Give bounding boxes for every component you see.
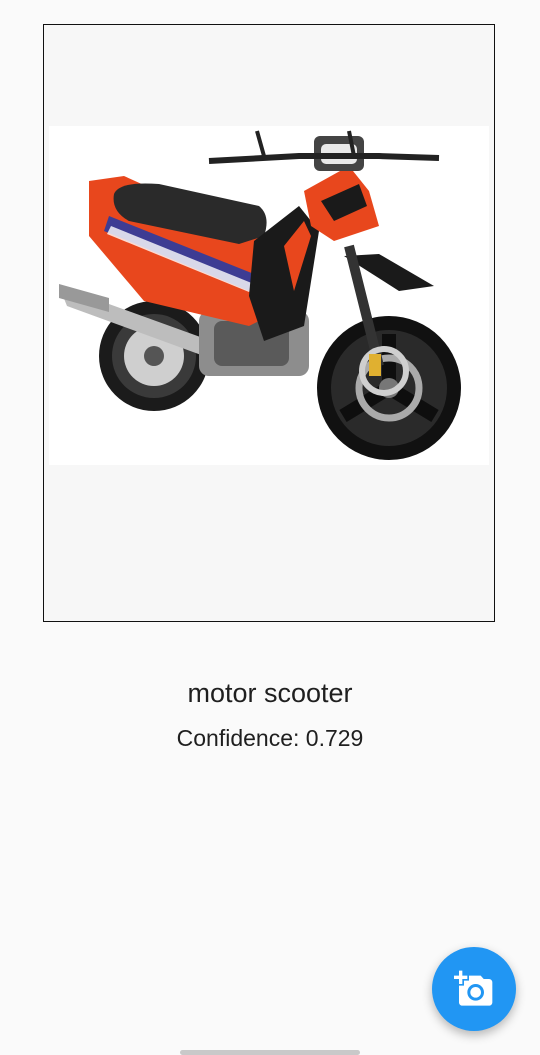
confidence-text: Confidence: 0.729 [176,725,364,751]
add-a-photo-icon [454,970,493,1006]
home-indicator [180,1050,360,1055]
add-photo-button[interactable] [432,947,516,1031]
front-wheel [317,316,461,460]
image-preview-frame [43,24,495,622]
motorcycle-photo [49,126,489,465]
prediction-label: motor scooter [187,678,353,708]
